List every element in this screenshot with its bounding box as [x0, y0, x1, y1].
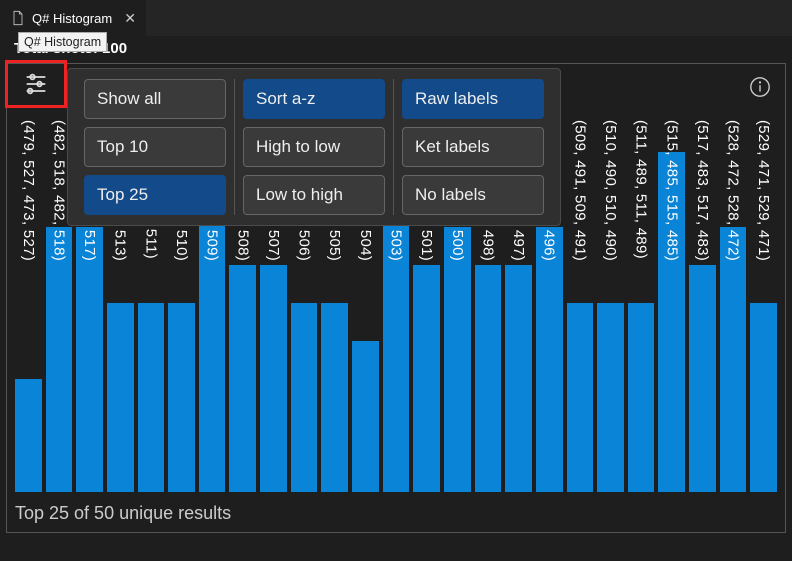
bar-label: (529, 471, 529, 471): [755, 120, 772, 261]
bar[interactable]: (529, 471, 529, 471): [750, 114, 777, 492]
footer-summary: Top 25 of 50 unique results: [15, 503, 231, 524]
settings-button[interactable]: [5, 60, 67, 108]
bar-label: (511, 489, 511, 489): [633, 120, 650, 259]
file-icon: [10, 10, 26, 26]
bar-label: (517, 483, 517, 483): [694, 120, 711, 261]
low-to-high-button[interactable]: Low to high: [243, 175, 385, 215]
bar[interactable]: (509, 491, 509, 491): [567, 114, 594, 492]
bar-label: (482, 518, 482, 518): [50, 120, 67, 261]
histogram-panel: Show all Top 10 Top 25 Sort a-z High to …: [6, 63, 786, 533]
bar[interactable]: (511, 489, 511, 489): [628, 114, 655, 492]
bar-label: (479, 527, 473, 527): [20, 120, 37, 261]
show-all-button[interactable]: Show all: [84, 79, 226, 119]
labels-col: Raw labels Ket labels No labels: [393, 79, 552, 215]
sort-col: Sort a-z High to low Low to high: [234, 79, 393, 215]
sliders-icon: [21, 70, 51, 98]
bar-label: (528, 472, 528, 472): [725, 120, 742, 261]
info-icon: [749, 76, 771, 98]
ket-labels-button[interactable]: Ket labels: [402, 127, 544, 167]
total-shots-label: Total shots: 100: [0, 36, 792, 63]
display-options-popup: Show all Top 10 Top 25 Sort a-z High to …: [67, 68, 561, 226]
top25-button[interactable]: Top 25: [84, 175, 226, 215]
high-to-low-button[interactable]: High to low: [243, 127, 385, 167]
bar-label: (515, 485, 515, 485): [663, 120, 680, 261]
info-button[interactable]: [747, 74, 773, 100]
bar[interactable]: (528, 472, 528, 472): [720, 114, 747, 492]
tab-bar: Q# Histogram ✕: [0, 0, 792, 36]
sort-az-button[interactable]: Sort a-z: [243, 79, 385, 119]
bar-label: (509, 491, 509, 491): [571, 120, 588, 261]
raw-labels-button[interactable]: Raw labels: [402, 79, 544, 119]
bar[interactable]: (510, 490, 510, 490): [597, 114, 624, 492]
top10-button[interactable]: Top 10: [84, 127, 226, 167]
bar[interactable]: (517, 483, 517, 483): [689, 114, 716, 492]
tab-histogram[interactable]: Q# Histogram ✕: [0, 0, 146, 36]
filter-col: Show all Top 10 Top 25: [76, 79, 234, 215]
bar[interactable]: (515, 485, 515, 485): [658, 114, 685, 492]
tab-tooltip: Q# Histogram: [18, 32, 107, 52]
no-labels-button[interactable]: No labels: [402, 175, 544, 215]
tab-title: Q# Histogram: [32, 11, 112, 26]
bar-label: (510, 490, 510, 490): [602, 120, 619, 261]
close-icon[interactable]: ✕: [124, 10, 136, 27]
bar[interactable]: (479, 527, 473, 527): [15, 114, 42, 492]
